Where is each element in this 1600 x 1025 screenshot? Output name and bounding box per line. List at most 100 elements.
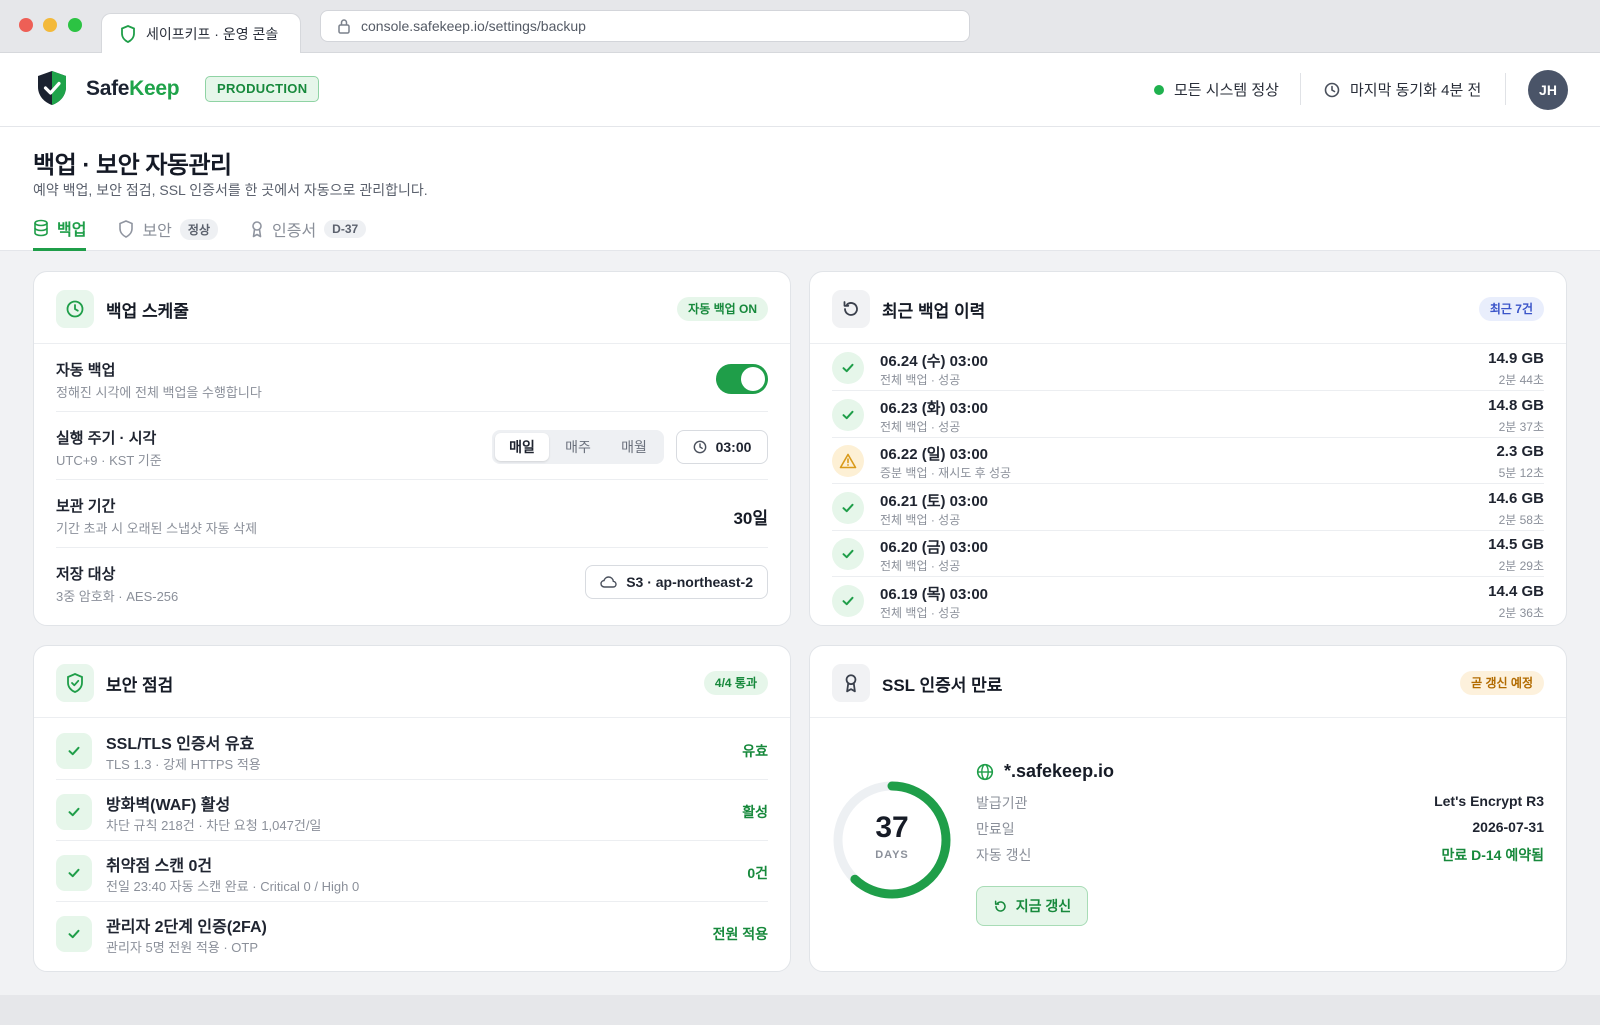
security-check-title: 관리자 2단계 인증(2FA) — [106, 919, 267, 936]
history-duration: 2분 29초 — [1498, 559, 1544, 573]
history-row[interactable]: 06.22 (일) 03:00 증분 백업 · 재시도 후 성공 2.3 GB 5분 … — [832, 437, 1544, 484]
divider — [1505, 73, 1506, 105]
database-icon — [34, 219, 48, 237]
user-avatar[interactable]: JH — [1528, 70, 1568, 110]
history-date: 06.22 (일) 03:00 — [880, 446, 989, 463]
card-header: 백업 스케줄 자동 백업 ON — [34, 272, 790, 344]
check-icon — [832, 398, 864, 431]
award-icon — [252, 221, 262, 238]
address-bar[interactable]: console.safekeep.io/settings/backup — [320, 10, 970, 42]
page-tabs: 백업 보안 정상 인증서 D-37 — [33, 210, 367, 251]
security-check-title: 취약점 스캔 0건 — [106, 858, 213, 875]
days-label: DAYS — [875, 849, 909, 861]
environment-badge: PRODUCTION — [205, 76, 320, 102]
divider — [1300, 73, 1301, 105]
renew-now-label: 지금 갱신 — [1015, 898, 1072, 914]
auto-backup-toggle[interactable] — [716, 364, 768, 394]
browser-chrome: 세이프키프 · 운영 콘솔 console.safekeep.io/settin… — [0, 0, 1600, 53]
cycle-option-monthly[interactable]: 매월 — [607, 433, 661, 461]
close-window-button[interactable] — [19, 18, 33, 32]
page-header: 백업 · 보안 자동관리 예약 백업, 보안 점검, SSL 인증서를 한 곳에… — [0, 127, 1600, 251]
security-check-desc: 전일 23:40 자동 스캔 완료 · Critical 0 / High 0 — [106, 879, 360, 894]
refresh-icon — [994, 900, 1006, 912]
brand-name-part1: Safe — [86, 77, 130, 100]
target-row: 저장 대상 3중 암호화 · AES-256 S3 · ap-northeast… — [56, 548, 768, 616]
history-row[interactable]: 06.24 (수) 03:00 전체 백업 · 성공 14.9 GB 2분 44초 — [832, 344, 1544, 391]
tab-certificate[interactable]: 인증서 D-37 — [250, 210, 367, 248]
security-check-row[interactable]: 취약점 스캔 0건전일 23:40 자동 스캔 완료 · Critical 0 … — [56, 840, 768, 902]
retention-value[interactable]: 30일 — [733, 504, 768, 529]
target-hint: 3중 암호화 · AES-256 — [56, 589, 179, 604]
check-icon — [56, 855, 92, 891]
security-check-status: 전원 적용 — [712, 926, 768, 942]
ssl-expiry-card: SSL 인증서 만료 곧 갱신 예정 37 DAYS *.safekeep.io… — [809, 645, 1567, 972]
auto-backup-label: 자동 백업 — [56, 362, 116, 379]
history-date: 06.19 (목) 03:00 — [880, 585, 989, 603]
shield-icon — [119, 220, 134, 238]
history-size: 14.9 GB — [1488, 350, 1544, 367]
auto-renew-label: 자동 갱신 — [976, 847, 1032, 863]
status-dot-icon — [1154, 84, 1164, 95]
history-row[interactable]: 06.20 (금) 03:00 전체 백업 · 성공 14.5 GB 2분 29초 — [832, 530, 1544, 577]
storage-target-select[interactable]: S3 · ap-northeast-2 — [585, 565, 768, 599]
history-duration: 2분 58초 — [1498, 512, 1544, 527]
target-label: 저장 대상 — [56, 566, 116, 583]
clock-icon — [1324, 82, 1340, 97]
history-date: 06.21 (토) 03:00 — [880, 492, 989, 510]
security-check-row[interactable]: SSL/TLS 인증서 유효 TLS 1.3 · 강제 HTTPS 적용 유효 — [56, 718, 768, 780]
security-pass-badge: 4/4 통과 — [703, 671, 768, 695]
check-icon — [56, 733, 92, 769]
history-desc: 증분 백업 · 재시도 후 성공 — [880, 466, 1012, 480]
maximize-window-button[interactable] — [68, 18, 82, 32]
tab-security[interactable]: 보안 정상 — [118, 210, 218, 248]
brand-name[interactable]: SafeKeep — [86, 77, 180, 101]
history-date: 06.24 (수) 03:00 — [880, 353, 989, 370]
page-bottom — [0, 995, 1600, 1025]
check-icon — [56, 794, 92, 830]
history-duration: 2분 37초 — [1498, 419, 1544, 434]
tab-security-label: 보안 — [142, 223, 172, 240]
cycle-label: 실행 주기 · 시각 — [56, 430, 157, 447]
domain-text: *.safekeep.io — [1004, 761, 1115, 781]
security-check-card: 보안 점검 4/4 통과 SSL/TLS 인증서 유효 TLS 1.3 · 강제 … — [33, 645, 791, 972]
history-date: 06.20 (금) 03:00 — [880, 539, 989, 556]
cloud-icon — [600, 576, 617, 588]
check-icon — [56, 916, 92, 952]
minimize-window-button[interactable] — [43, 18, 57, 32]
history-desc: 전체 백업 · 성공 — [880, 559, 961, 573]
cycle-option-daily[interactable]: 매일 — [495, 433, 549, 461]
time-picker[interactable]: 03:00 — [676, 430, 768, 464]
award-icon — [832, 664, 870, 702]
auto-backup-badge: 자동 백업 ON — [677, 297, 768, 321]
card-title: 백업 스케줄 — [106, 302, 189, 321]
history-desc: 전체 백업 · 성공 — [880, 512, 961, 527]
ssl-renew-badge: 곧 갱신 예정 — [1460, 671, 1544, 695]
retention-label: 보관 기간 — [56, 498, 116, 515]
cycle-hint: UTC+9 · KST 기준 — [56, 453, 162, 468]
check-icon — [832, 352, 864, 384]
cycle-segmented-control: 매일 매주 매월 — [492, 430, 664, 464]
certificate-domain: *.safekeep.io — [976, 761, 1114, 782]
history-row[interactable]: 06.23 (화) 03:00 전체 백업 · 성공 14.8 GB 2분 37초 — [832, 391, 1544, 438]
tab-backup[interactable]: 백업 — [33, 210, 87, 251]
browser-tab[interactable]: 세이프키프 · 운영 콘솔 — [101, 13, 301, 53]
cycle-option-weekly[interactable]: 매주 — [551, 433, 605, 461]
brand-name-part2: Keep — [129, 77, 180, 100]
renew-now-button[interactable]: 지금 갱신 — [976, 886, 1088, 926]
retention-row: 보관 기간 기간 초과 시 오래된 스냅샷 자동 삭제 30일 — [56, 480, 768, 548]
clock-icon — [693, 440, 706, 454]
app-header: SafeKeep PRODUCTION 모든 시스템 정상 마지막 동기화 4분… — [0, 53, 1600, 127]
security-check-row[interactable]: 관리자 2단계 인증(2FA) 관리자 5명 전원 적용 · OTP 전원 적용 — [56, 901, 768, 963]
warning-icon — [832, 445, 864, 477]
auto-backup-hint: 정해진 시각에 전체 백업을 수행합니다 — [56, 385, 262, 400]
issuer-value: Let's Encrypt R3 — [1434, 793, 1544, 809]
history-duration: 2분 44초 — [1498, 373, 1544, 387]
issuer-label: 발급기관 — [976, 795, 1028, 811]
system-status[interactable]: 모든 시스템 정상 — [1154, 79, 1279, 100]
security-check-row[interactable]: 방화벽(WAF) 활성 차단 규칙 218건 · 차단 요청 1,047건/일 활성 — [56, 779, 768, 841]
security-check-status: 0건 — [747, 865, 768, 881]
history-row[interactable]: 06.21 (토) 03:00 전체 백업 · 성공 14.6 GB 2분 58초 — [832, 484, 1544, 531]
history-date: 06.23 (화) 03:00 — [880, 399, 989, 417]
history-row[interactable]: 06.19 (목) 03:00 전체 백업 · 성공 14.4 GB 2분 36초 — [832, 577, 1544, 624]
days-left-value: 37 — [875, 811, 909, 844]
